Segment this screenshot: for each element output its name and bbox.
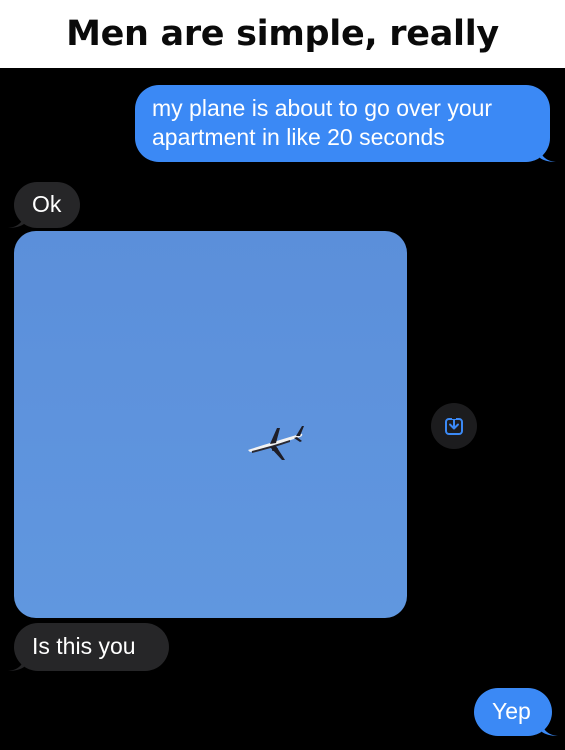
bubble-tail xyxy=(8,655,24,671)
message-thread: my plane is about to go over your apartm… xyxy=(0,68,565,750)
bubble-tail xyxy=(8,212,24,228)
airplane-image xyxy=(248,426,304,460)
bubble-tail xyxy=(540,146,556,162)
received-message-bubble[interactable]: Is this you xyxy=(8,623,169,671)
received-message-bubble[interactable]: Ok xyxy=(8,182,80,228)
message-text: Ok xyxy=(32,191,62,217)
meme-caption: Men are simple, really xyxy=(0,0,565,68)
received-photo-message[interactable] xyxy=(14,231,407,618)
sent-message-bubble[interactable]: my plane is about to go over your apartm… xyxy=(135,85,556,162)
caption-title: Men are simple, really xyxy=(66,14,499,54)
bubble-tail xyxy=(542,720,558,736)
message-text: Is this you xyxy=(32,633,136,659)
save-to-photos-icon xyxy=(445,415,463,435)
message-text: my plane is about to go over your apartm… xyxy=(152,95,493,150)
save-to-photos-button[interactable] xyxy=(431,403,477,449)
sent-message-bubble[interactable]: Yep xyxy=(474,688,558,736)
